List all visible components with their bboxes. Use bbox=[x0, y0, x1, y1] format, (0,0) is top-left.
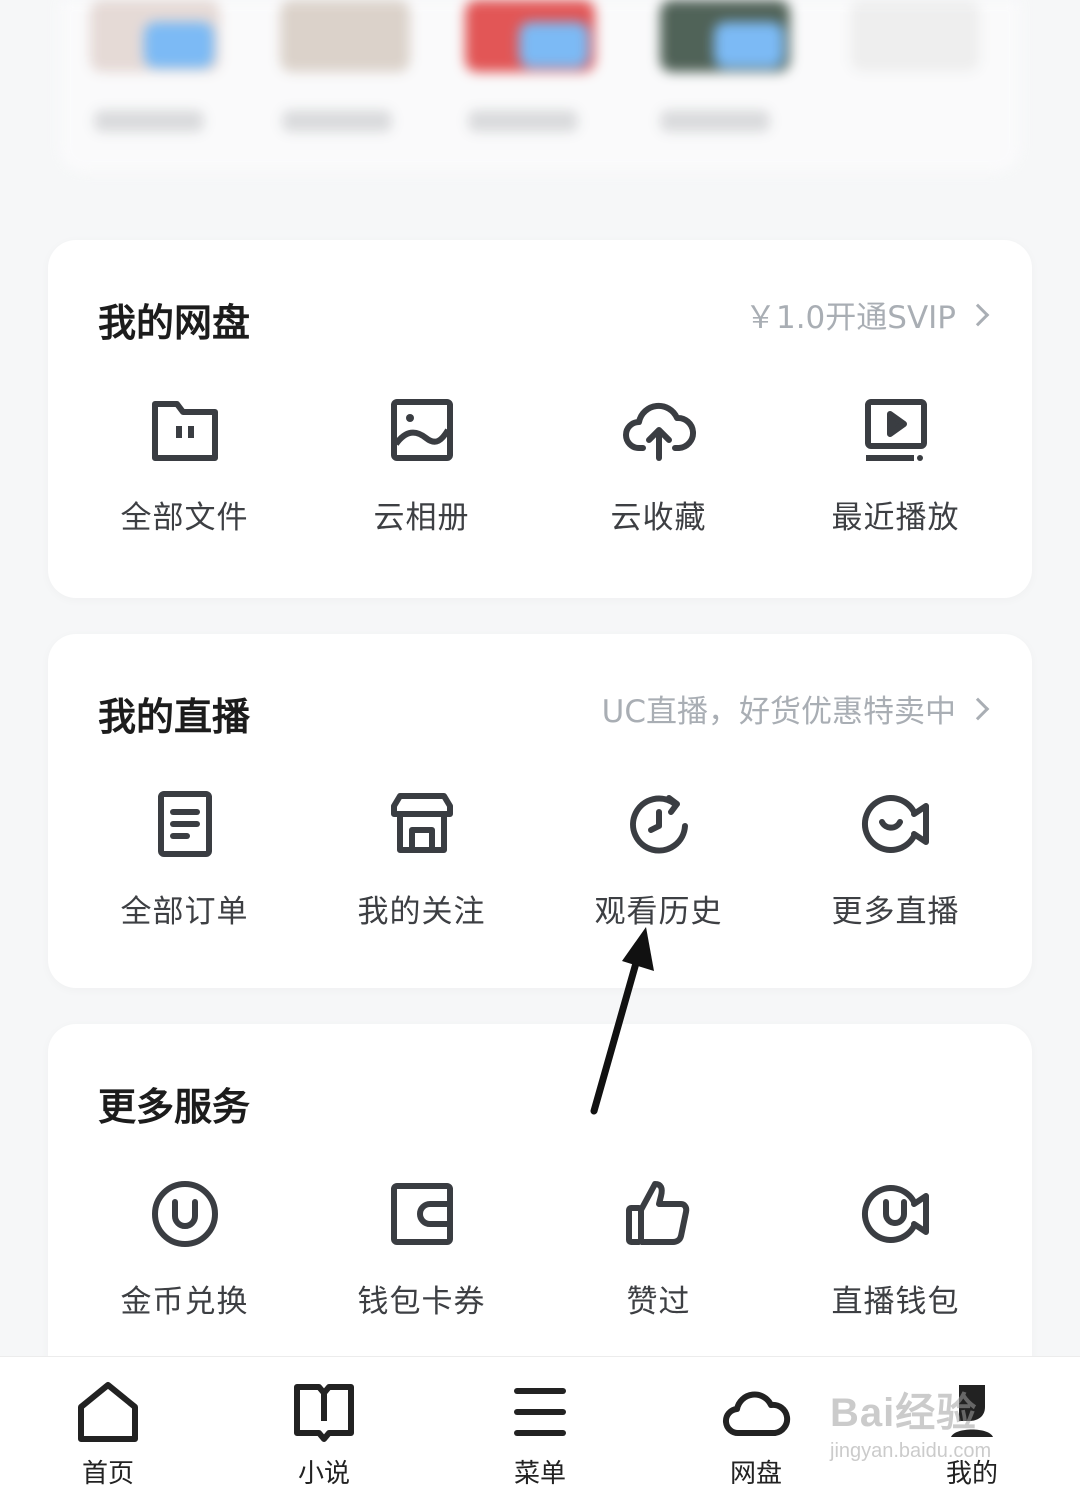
nav-home[interactable]: 首页 bbox=[0, 1357, 216, 1500]
services-title: 更多服务 bbox=[98, 1085, 251, 1129]
cloud-upload-icon bbox=[622, 402, 696, 461]
live-wallet-icon bbox=[861, 1185, 929, 1243]
nav-label: 小说 bbox=[297, 1459, 350, 1489]
watermark-main: Bai经验 bbox=[830, 1391, 978, 1435]
services-card: 更多服务 金币兑换 钱包卡券 赞过 直播钱包 bbox=[48, 1024, 1032, 1404]
nav-label: 首页 bbox=[81, 1459, 134, 1489]
nav-menu[interactable]: 菜单 bbox=[432, 1357, 648, 1500]
service-item-label: 金币兑换 bbox=[120, 1284, 249, 1320]
chevron-right-icon bbox=[966, 697, 990, 720]
service-live-wallet[interactable]: 直播钱包 bbox=[777, 1174, 1014, 1321]
blurred-recent-strip bbox=[60, 0, 1020, 172]
live-camera-icon bbox=[861, 795, 929, 853]
recent-thumbnail[interactable] bbox=[465, 0, 595, 72]
wallet-icon bbox=[390, 1183, 453, 1245]
service-coin-exchange[interactable]: 金币兑换 bbox=[66, 1174, 303, 1321]
netdisk-recent-play[interactable]: 最近播放 bbox=[777, 390, 1014, 537]
menu-icon bbox=[514, 1388, 566, 1436]
recent-thumbnail[interactable] bbox=[90, 0, 220, 72]
watch-history-icon bbox=[629, 795, 688, 854]
live-watch-history[interactable]: 观看历史 bbox=[540, 784, 777, 931]
live-promo-text: UC直播，好货优惠特卖中 bbox=[601, 694, 956, 730]
service-item-label: 赞过 bbox=[626, 1284, 691, 1320]
netdisk-all-files[interactable]: 全部文件 bbox=[66, 390, 303, 537]
thumbs-up-icon bbox=[625, 1181, 689, 1245]
service-item-label: 直播钱包 bbox=[831, 1284, 960, 1320]
nav-label: 菜单 bbox=[513, 1459, 566, 1489]
live-item-label: 更多直播 bbox=[831, 894, 960, 930]
nav-label: 网盘 bbox=[729, 1459, 782, 1489]
service-item-label: 钱包卡券 bbox=[357, 1284, 486, 1320]
live-promo-link[interactable]: UC直播，好货优惠特卖中 bbox=[601, 686, 990, 731]
recent-play-icon bbox=[864, 399, 927, 461]
live-more-streams[interactable]: 更多直播 bbox=[777, 784, 1014, 931]
folder-icon bbox=[151, 401, 218, 461]
netdisk-card: 我的网盘 ￥1.0开通SVIP 全部文件 云相册 云收藏 最近播放 bbox=[48, 240, 1032, 598]
order-document-icon bbox=[157, 791, 212, 857]
recent-thumbnail[interactable] bbox=[660, 0, 790, 72]
home-icon bbox=[78, 1382, 138, 1442]
netdisk-item-label: 全部文件 bbox=[120, 500, 249, 536]
nav-novel[interactable]: 小说 bbox=[216, 1357, 432, 1500]
live-all-orders[interactable]: 全部订单 bbox=[66, 784, 303, 931]
live-item-label: 全部订单 bbox=[120, 894, 249, 930]
recent-thumbnail[interactable] bbox=[850, 0, 980, 72]
book-icon bbox=[294, 1384, 354, 1442]
service-liked[interactable]: 赞过 bbox=[540, 1174, 777, 1321]
cloud-icon bbox=[723, 1391, 791, 1437]
netdisk-item-label: 云收藏 bbox=[610, 500, 707, 536]
recent-thumbnail[interactable] bbox=[280, 0, 410, 72]
live-title: 我的直播 bbox=[98, 695, 251, 739]
netdisk-item-label: 云相册 bbox=[373, 500, 470, 536]
chevron-right-icon bbox=[966, 303, 990, 326]
live-card: 我的直播 UC直播，好货优惠特卖中 全部订单 我的关注 观看历史 更多直播 bbox=[48, 634, 1032, 988]
annotation-arrow bbox=[590, 927, 654, 1115]
netdisk-cloud-favorites[interactable]: 云收藏 bbox=[540, 390, 777, 537]
service-wallet-coupons[interactable]: 钱包卡券 bbox=[303, 1174, 540, 1321]
live-item-label: 我的关注 bbox=[357, 894, 486, 930]
storefront-icon bbox=[390, 793, 453, 853]
watermark-sub: jingyan.baidu.com bbox=[830, 1440, 992, 1462]
baidu-jingyan-watermark: Bai经验 jingyan.baidu.com bbox=[830, 1380, 1030, 1480]
coin-u-icon bbox=[151, 1181, 218, 1247]
live-my-follows[interactable]: 我的关注 bbox=[303, 784, 540, 931]
netdisk-item-label: 最近播放 bbox=[831, 500, 960, 536]
netdisk-photo-album[interactable]: 云相册 bbox=[303, 390, 540, 537]
netdisk-title: 我的网盘 bbox=[98, 301, 251, 345]
svip-promo-text: ￥1.0开通SVIP bbox=[744, 300, 956, 336]
svip-promo-link[interactable]: ￥1.0开通SVIP bbox=[744, 292, 990, 337]
photo-album-icon bbox=[390, 399, 453, 461]
